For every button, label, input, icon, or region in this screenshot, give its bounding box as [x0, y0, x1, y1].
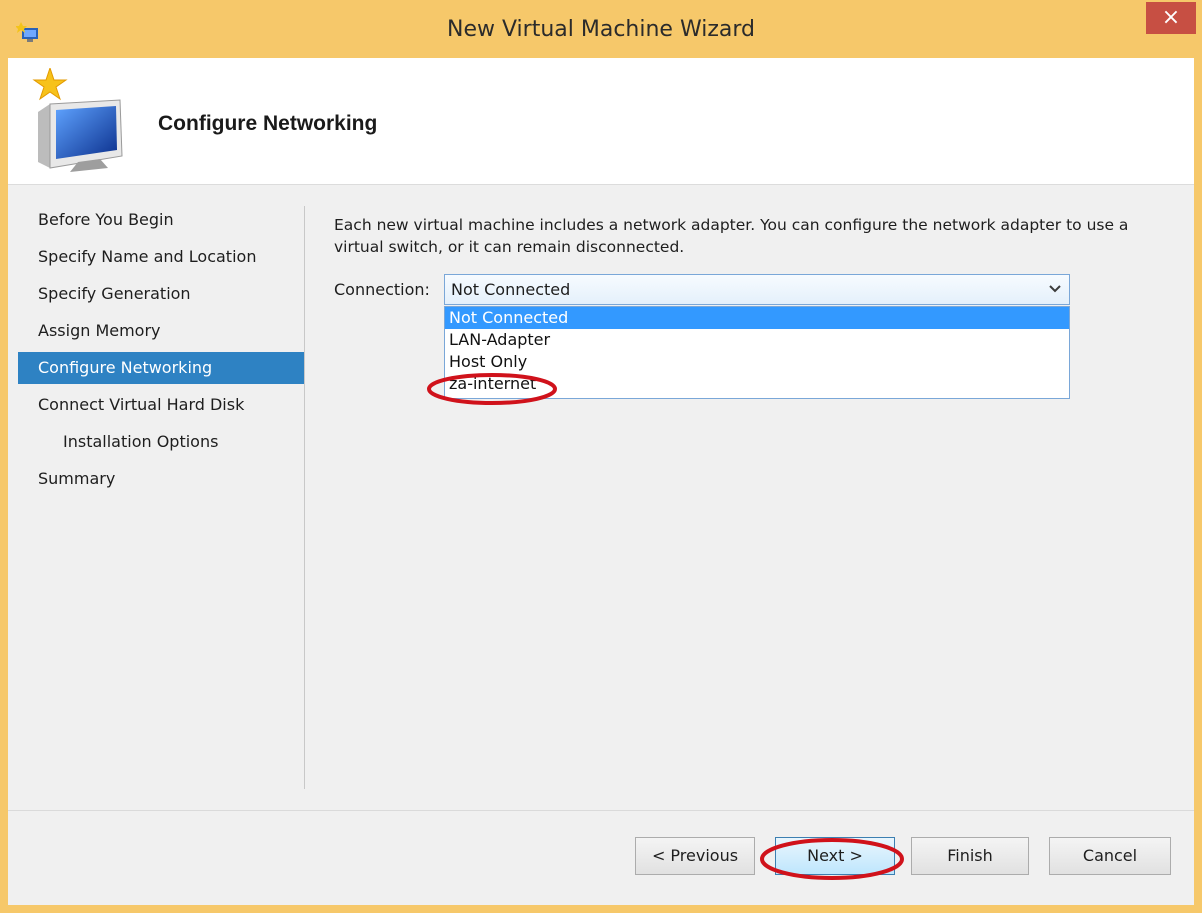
nav-item-connect-virtual-hard-disk[interactable]: Connect Virtual Hard Disk [18, 389, 305, 421]
close-icon: × [1161, 5, 1181, 30]
option-lan-adapter[interactable]: LAN-Adapter [445, 329, 1069, 351]
networking-description: Each new virtual machine includes a netw… [334, 216, 1129, 256]
connection-label: Connection: [334, 280, 430, 299]
nav-item-installation-options[interactable]: Installation Options [18, 426, 305, 458]
connection-selected-value: Not Connected [451, 280, 571, 299]
finish-button[interactable]: Finish [911, 837, 1029, 875]
wizard-window: New Virtual Machine Wizard × Configure N… [0, 0, 1202, 913]
page-title: Configure Networking [158, 112, 378, 135]
chevron-down-icon [1049, 285, 1061, 293]
next-button[interactable]: Next > [775, 837, 895, 875]
nav-item-configure-networking[interactable]: Configure Networking [18, 352, 305, 384]
close-button[interactable]: × [1146, 2, 1196, 34]
window-title: New Virtual Machine Wizard [447, 17, 755, 42]
title-bar[interactable]: New Virtual Machine Wizard × [0, 0, 1202, 58]
connection-dropdown[interactable]: Not Connected [444, 274, 1070, 305]
option-za-internet[interactable]: za-internet [445, 373, 1069, 395]
wizard-steps-nav: Before You Begin Specify Name and Locati… [18, 204, 305, 792]
nav-item-summary[interactable]: Summary [18, 463, 305, 495]
wizard-header: Configure Networking [8, 58, 1194, 185]
nav-item-assign-memory[interactable]: Assign Memory [18, 315, 305, 347]
nav-item-before-you-begin[interactable]: Before You Begin [18, 204, 305, 236]
option-not-connected[interactable]: Not Connected [445, 307, 1069, 329]
option-host-only[interactable]: Host Only [445, 351, 1069, 373]
previous-button[interactable]: < Previous [635, 837, 755, 875]
wizard-client-area: Configure Networking Before You Begin Sp… [8, 58, 1194, 905]
connection-options-list: Not Connected LAN-Adapter Host Only za-i… [444, 306, 1070, 399]
new-vm-wizard-icon [28, 66, 132, 172]
nav-divider [304, 206, 305, 789]
nav-item-specify-name-and-location[interactable]: Specify Name and Location [18, 241, 305, 273]
cancel-button[interactable]: Cancel [1049, 837, 1171, 875]
nav-item-specify-generation[interactable]: Specify Generation [18, 278, 305, 310]
footer-divider [8, 810, 1194, 811]
